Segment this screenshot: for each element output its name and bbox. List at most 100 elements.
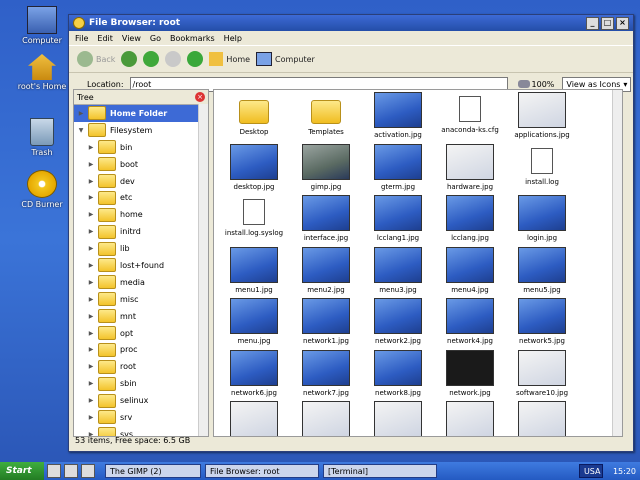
file-item[interactable]: network.jpg xyxy=(434,349,506,402)
desktop-icon-trash[interactable]: Trash xyxy=(14,118,70,157)
chevron-right-icon[interactable]: ▶ xyxy=(86,380,96,387)
tree-item[interactable]: ▶ sbin xyxy=(74,375,208,392)
file-item[interactable]: network2.jpg xyxy=(362,298,434,350)
start-button[interactable]: Start xyxy=(0,462,44,480)
content-scrollbar[interactable] xyxy=(612,90,622,436)
tree-item[interactable]: ▶ srv xyxy=(74,409,208,426)
browser-launcher-icon[interactable] xyxy=(47,464,61,478)
file-item[interactable]: network1.jpg xyxy=(290,298,362,350)
reload-button[interactable] xyxy=(187,51,204,67)
sidebar-scrollbar[interactable] xyxy=(198,104,208,436)
menu-bookmarks[interactable]: Bookmarks xyxy=(170,34,215,43)
file-item[interactable] xyxy=(434,401,506,436)
close-icon[interactable]: × xyxy=(195,92,205,102)
tree-item[interactable]: ▶ Home Folder xyxy=(74,105,208,122)
tree-item[interactable]: ▶ home xyxy=(74,206,208,223)
menu-help[interactable]: Help xyxy=(224,34,242,43)
file-item[interactable]: anaconda-ks.cfg xyxy=(434,92,506,144)
file-item[interactable]: login.jpg xyxy=(506,195,578,247)
computer-button[interactable]: Computer xyxy=(256,52,315,66)
file-item[interactable]: lcclang.jpg xyxy=(434,195,506,247)
up-button[interactable] xyxy=(143,51,160,67)
chevron-right-icon[interactable]: ▶ xyxy=(86,330,96,337)
tree-item[interactable]: ▶ initrd xyxy=(74,223,208,240)
file-item[interactable]: Templates xyxy=(290,92,362,144)
menu-go[interactable]: Go xyxy=(150,34,161,43)
tree-item[interactable]: ▶ boot xyxy=(74,156,208,173)
chevron-right-icon[interactable]: ▶ xyxy=(86,161,96,168)
file-item[interactable] xyxy=(290,401,362,436)
zoom-control[interactable]: 100% xyxy=(517,80,554,89)
chevron-right-icon[interactable]: ▶ xyxy=(86,228,96,235)
chevron-right-icon[interactable]: ▶ xyxy=(86,194,96,201)
tree-item[interactable]: ▶ misc xyxy=(74,291,208,308)
task-gimp[interactable]: The GIMP (2) xyxy=(105,464,201,478)
chevron-right-icon[interactable]: ▶ xyxy=(86,397,96,404)
chevron-right-icon[interactable]: ▶ xyxy=(86,296,96,303)
desktop-icon-home[interactable]: root's Home xyxy=(14,54,70,91)
minimize-button[interactable]: _ xyxy=(586,16,599,30)
maximize-button[interactable]: □ xyxy=(601,16,614,30)
tree-item[interactable]: ▶ media xyxy=(74,274,208,291)
desktop-icon-cd-burner[interactable]: CD Burner xyxy=(14,170,70,209)
file-item[interactable]: install.log xyxy=(506,144,578,196)
menu-edit[interactable]: Edit xyxy=(97,34,113,43)
file-item[interactable]: gterm.jpg xyxy=(362,143,434,196)
tree-item[interactable]: ▶ opt xyxy=(74,325,208,342)
chevron-right-icon[interactable]: ▶ xyxy=(86,279,96,286)
chevron-right-icon[interactable]: ▶ xyxy=(86,211,96,218)
chevron-right-icon[interactable]: ▶ xyxy=(86,262,96,269)
file-item[interactable]: network5.jpg xyxy=(506,298,578,350)
chevron-right-icon[interactable]: ▶ xyxy=(86,363,96,370)
file-item[interactable]: install.log.syslog xyxy=(218,195,290,247)
file-item[interactable] xyxy=(362,401,434,436)
file-item[interactable]: hardware.jpg xyxy=(434,143,506,196)
file-item[interactable]: menu1.jpg xyxy=(218,246,290,299)
file-item[interactable]: Desktop xyxy=(218,92,290,144)
chevron-right-icon[interactable]: ▶ xyxy=(86,144,96,151)
file-item[interactable]: network4.jpg xyxy=(434,298,506,350)
file-item[interactable]: lcclang1.jpg xyxy=(362,195,434,247)
file-item[interactable]: software10.jpg xyxy=(506,349,578,402)
sidebar-title[interactable]: Tree xyxy=(77,93,94,102)
window-titlebar[interactable]: File Browser: root _ □ × xyxy=(69,15,633,31)
back-button[interactable]: Back xyxy=(77,51,115,67)
menu-file[interactable]: File xyxy=(75,34,88,43)
file-item[interactable]: gimp.jpg xyxy=(290,143,362,196)
file-item[interactable]: menu.jpg xyxy=(218,298,290,350)
file-item[interactable]: menu5.jpg xyxy=(506,246,578,299)
tree-item[interactable]: ▶ lost+found xyxy=(74,257,208,274)
file-item[interactable]: network6.jpg xyxy=(218,349,290,402)
tree-item[interactable]: ▶ mnt xyxy=(74,308,208,325)
file-item[interactable] xyxy=(506,401,578,436)
tree-item[interactable]: ▶ lib xyxy=(74,240,208,257)
chevron-down-icon[interactable]: ▼ xyxy=(76,127,86,134)
task-file-browser[interactable]: File Browser: root xyxy=(205,464,319,478)
chevron-right-icon[interactable]: ▶ xyxy=(86,313,96,320)
mail-launcher-icon[interactable] xyxy=(64,464,78,478)
tree-item[interactable]: ▶ selinux xyxy=(74,392,208,409)
chevron-right-icon[interactable]: ▶ xyxy=(76,110,86,117)
chevron-right-icon[interactable]: ▶ xyxy=(86,245,96,252)
file-item[interactable]: network8.jpg xyxy=(362,349,434,402)
file-item[interactable] xyxy=(218,401,290,436)
file-item[interactable]: interface.jpg xyxy=(290,195,362,247)
file-item[interactable]: menu4.jpg xyxy=(434,246,506,299)
language-indicator[interactable]: USA xyxy=(578,464,603,478)
stop-button[interactable] xyxy=(165,51,182,67)
file-item[interactable]: menu3.jpg xyxy=(362,246,434,299)
tree-item[interactable]: ▶ root xyxy=(74,358,208,375)
file-item[interactable]: desktop.jpg xyxy=(218,143,290,196)
forward-button[interactable] xyxy=(121,51,138,67)
home-button[interactable]: Home xyxy=(209,52,250,66)
chevron-right-icon[interactable]: ▶ xyxy=(86,414,96,421)
close-button[interactable]: × xyxy=(616,16,629,30)
file-item[interactable]: activation.jpg xyxy=(362,92,434,144)
tree-item[interactable]: ▼ Filesystem xyxy=(74,122,208,139)
tree-item[interactable]: ▶ proc xyxy=(74,341,208,358)
file-item[interactable]: network7.jpg xyxy=(290,349,362,402)
tree-item[interactable]: ▶ etc xyxy=(74,189,208,206)
chevron-right-icon[interactable]: ▶ xyxy=(86,178,96,185)
file-item[interactable]: menu2.jpg xyxy=(290,246,362,299)
desktop-icon-computer[interactable]: Computer xyxy=(14,6,70,45)
